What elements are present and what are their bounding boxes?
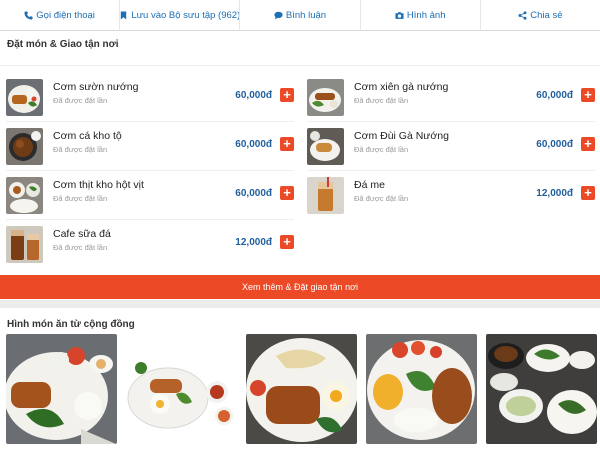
- community-photo[interactable]: [366, 334, 477, 444]
- divider: [0, 65, 600, 66]
- share-icon: [518, 10, 527, 20]
- dish-price: 12,000đ: [235, 237, 272, 248]
- phone-icon: [24, 10, 33, 20]
- view-more-order-button[interactable]: Xem thêm & Đặt giao tận nơi: [0, 275, 600, 299]
- dish-price: 60,000đ: [235, 90, 272, 101]
- menu-item[interactable]: Cơm thịt kho hột vịt Đã được đặt lần 60,…: [6, 177, 294, 217]
- dish-price: 60,000đ: [235, 188, 272, 199]
- dish-photo: [6, 79, 43, 116]
- add-to-cart-button[interactable]: +: [581, 137, 595, 151]
- photos-button[interactable]: Hình ảnh: [361, 0, 481, 30]
- save-collection-label: Lưu vào Bộ sưu tập (962): [131, 9, 241, 21]
- menu-item[interactable]: Đá me Đã được đặt lần 12,000đ +: [307, 177, 595, 217]
- dish-photo: [307, 177, 344, 214]
- order-count: Đã được đặt lần: [53, 145, 108, 154]
- share-label: Chia sẻ: [530, 9, 563, 21]
- share-button[interactable]: Chia sẻ: [481, 0, 600, 30]
- dish-price: 60,000đ: [536, 90, 573, 101]
- call-button[interactable]: Gọi điện thoại: [0, 0, 121, 30]
- dish-name: Cơm Đùi Gà Nướng: [354, 130, 449, 142]
- divider: [307, 170, 595, 171]
- dish-name: Cơm xiên gà nướng: [354, 81, 449, 93]
- dish-name: Đá me: [354, 179, 385, 191]
- community-photos: Hình món ăn từ cộng đồng: [0, 308, 600, 450]
- add-to-cart-button[interactable]: +: [280, 235, 294, 249]
- menu-item[interactable]: Cơm cá kho tộ Đã được đặt lần 60,000đ +: [6, 128, 294, 168]
- dish-name: Cafe sữa đá: [53, 228, 111, 240]
- dish-price: 60,000đ: [536, 139, 573, 150]
- menu-item[interactable]: Cơm xiên gà nướng Đã được đặt lần 60,000…: [307, 79, 595, 119]
- dish-photo: [307, 128, 344, 165]
- order-count: Đã được đặt lần: [53, 194, 108, 203]
- dish-photo: [6, 226, 43, 263]
- dish-name: Cơm sườn nướng: [53, 81, 139, 93]
- photos-label: Hình ảnh: [406, 9, 446, 21]
- community-photo[interactable]: [486, 334, 597, 444]
- dish-name: Cơm thịt kho hột vịt: [53, 179, 144, 191]
- community-photo[interactable]: [246, 334, 357, 444]
- dish-price: 12,000đ: [536, 188, 573, 199]
- menu-item[interactable]: Cơm Đùi Gà Nướng Đã được đặt lần 60,000đ…: [307, 128, 595, 168]
- order-count: Đã được đặt lần: [354, 96, 409, 105]
- add-to-cart-button[interactable]: +: [280, 88, 294, 102]
- community-photo[interactable]: [126, 334, 237, 444]
- add-to-cart-button[interactable]: +: [581, 186, 595, 200]
- add-to-cart-button[interactable]: +: [581, 88, 595, 102]
- divider: [6, 121, 294, 122]
- dish-photo: [307, 79, 344, 116]
- dish-price: 60,000đ: [235, 139, 272, 150]
- comment-button[interactable]: Bình luận: [240, 0, 361, 30]
- order-count: Đã được đặt lần: [354, 194, 409, 203]
- order-count: Đã được đặt lần: [354, 145, 409, 154]
- dish-photo: [6, 177, 43, 214]
- divider: [6, 219, 294, 220]
- comment-icon: [274, 11, 283, 20]
- delivery-menu: Đặt món & Giao tận nơi Cơm sườn nướng Đã…: [0, 31, 600, 300]
- call-label: Gọi điện thoại: [36, 9, 95, 21]
- save-collection-button[interactable]: Lưu vào Bộ sưu tập (962): [120, 0, 241, 30]
- divider: [6, 170, 294, 171]
- menu-item[interactable]: Cơm sườn nướng Đã được đặt lần 60,000đ +: [6, 79, 294, 119]
- menu-title: Đặt món & Giao tận nơi: [7, 39, 119, 50]
- dish-photo: [6, 128, 43, 165]
- camera-icon: [395, 11, 404, 20]
- order-count: Đã được đặt lần: [53, 243, 108, 252]
- add-to-cart-button[interactable]: +: [280, 186, 294, 200]
- divider: [307, 121, 595, 122]
- menu-item[interactable]: Cafe sữa đá Đã được đặt lần 12,000đ +: [6, 226, 294, 266]
- dish-name: Cơm cá kho tộ: [53, 130, 122, 142]
- bookmark-icon: [120, 10, 128, 20]
- community-photo[interactable]: [6, 334, 117, 444]
- comment-label: Bình luận: [285, 9, 327, 21]
- order-count: Đã được đặt lần: [53, 96, 108, 105]
- add-to-cart-button[interactable]: +: [280, 137, 294, 151]
- action-bar: Gọi điện thoại Lưu vào Bộ sưu tập (962) …: [0, 0, 600, 31]
- section-title: Hình món ăn từ cộng đồng: [7, 319, 135, 330]
